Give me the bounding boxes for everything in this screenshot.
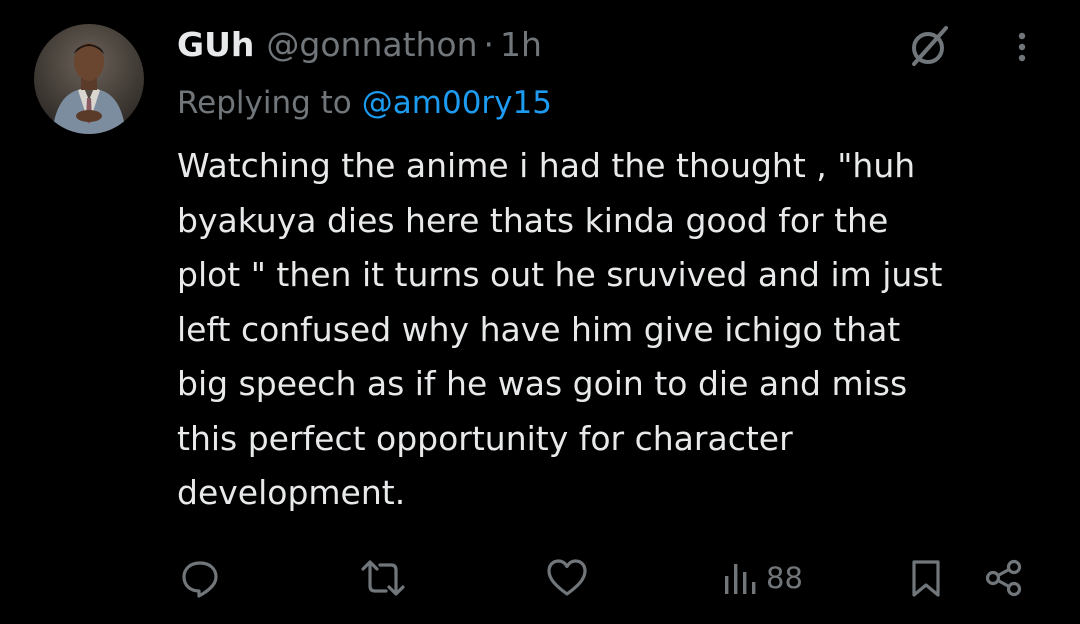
retweet-icon [361, 560, 405, 596]
tweet-text-line: development. [177, 473, 406, 512]
reply-target-link[interactable]: @am00ry15 [362, 85, 552, 121]
views-icon [725, 564, 756, 594]
tweet-text-line: this perfect opportunity for character [177, 418, 793, 458]
bookmark-button[interactable] [908, 552, 944, 604]
bookmark-icon [912, 560, 940, 597]
grok-icon[interactable] [906, 22, 954, 70]
retweet-button[interactable] [360, 552, 406, 604]
tweet-text-line: big speech as if he was goin to die and … [177, 364, 908, 403]
tweet-text: Watching the anime i had the thought , "… [177, 139, 1057, 521]
avatar-image [34, 24, 144, 134]
tweet-text-line: byakuya dies here thats kinda good for t… [177, 200, 889, 240]
replying-to: Replying to @am00ry15 [177, 80, 552, 126]
tweet: GUh @gonnathon · 1h Replying to @am00ry1… [0, 0, 1080, 624]
avatar[interactable] [34, 24, 144, 134]
like-button[interactable] [546, 552, 588, 604]
tweet-text-line: left confused why have him give ichigo t… [177, 309, 901, 349]
views-button[interactable]: 88 [722, 552, 803, 604]
share-button[interactable] [984, 552, 1024, 604]
reply-button[interactable] [180, 552, 220, 604]
heart-icon [547, 559, 587, 596]
reply-icon [182, 561, 218, 598]
separator-dot: · [483, 24, 495, 64]
author-handle[interactable]: @gonnathon [266, 25, 477, 64]
tweet-header: GUh @gonnathon · 1h [177, 20, 542, 68]
author-display-name[interactable]: GUh [177, 25, 254, 64]
tweet-text-line: Watching the anime i had the thought , "… [177, 146, 916, 185]
tweet-text-line: plot " then it turns out he sruvived and… [177, 255, 943, 294]
replying-label: Replying to [177, 85, 352, 121]
share-icon [985, 559, 1022, 597]
more-vertical-icon[interactable] [1002, 22, 1042, 70]
action-bar: 88 [0, 552, 1080, 604]
tweet-timestamp[interactable]: 1h [500, 25, 542, 64]
views-count: 88 [766, 561, 803, 595]
